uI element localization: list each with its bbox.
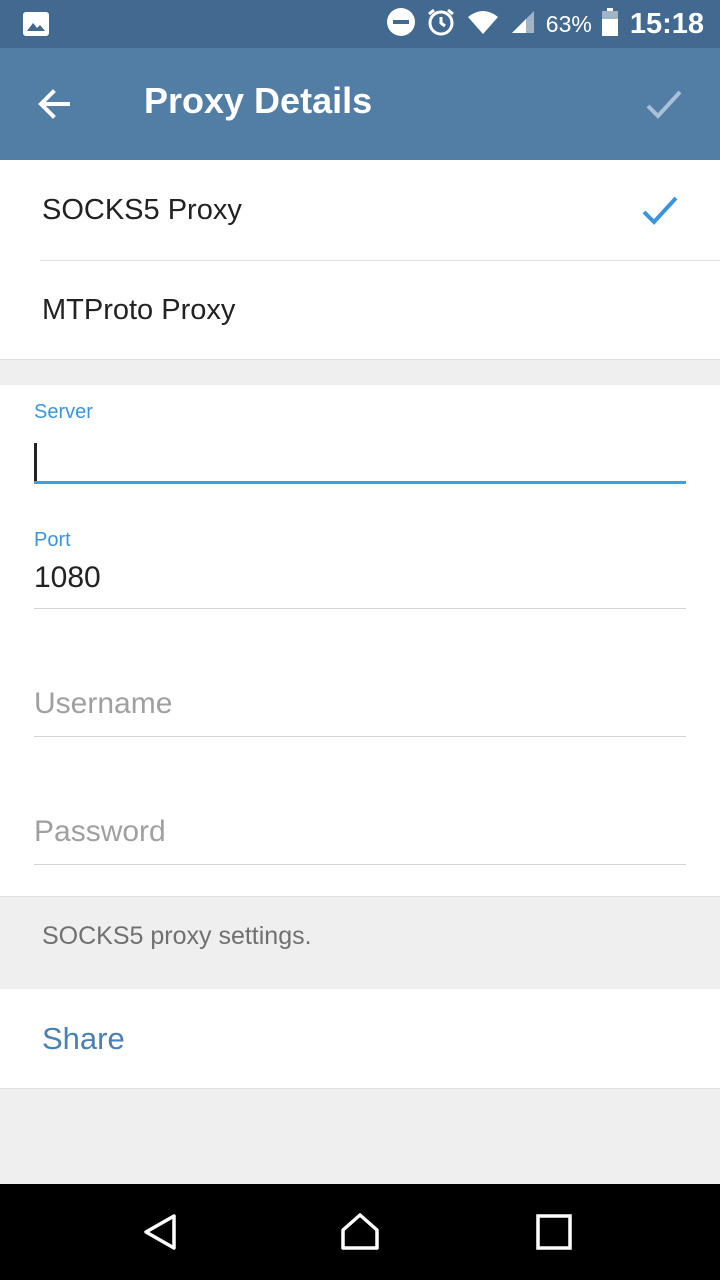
share-section: Share	[0, 989, 720, 1089]
text-caret	[34, 443, 37, 483]
username-placeholder: Username	[34, 687, 173, 720]
port-value: 1080	[34, 561, 101, 594]
battery-percent: 63%	[545, 10, 592, 37]
signal-icon	[510, 9, 536, 40]
password-underline	[34, 864, 686, 865]
port-label: Port	[34, 529, 71, 551]
info-section: SOCKS5 proxy settings.	[0, 898, 720, 988]
proxy-type-label: SOCKS5 Proxy	[42, 194, 242, 226]
image-icon	[22, 11, 50, 42]
info-text: SOCKS5 proxy settings.	[42, 922, 312, 950]
password-placeholder: Password	[34, 815, 166, 848]
share-button[interactable]: Share	[42, 1021, 125, 1057]
server-field[interactable]: Server	[34, 401, 686, 485]
check-icon[interactable]	[644, 84, 684, 124]
alarm-icon	[426, 7, 456, 42]
check-icon	[640, 190, 680, 230]
dnd-icon	[386, 7, 416, 42]
clock: 15:18	[629, 7, 704, 40]
username-underline	[34, 736, 686, 737]
port-underline	[34, 608, 686, 609]
proxy-fields: Server Port 1080 Username Password	[0, 385, 720, 897]
app-bar: Proxy Details	[0, 48, 720, 160]
page-title: Proxy Details	[144, 80, 373, 121]
navigation-bar	[0, 1184, 720, 1280]
proxy-type-label: MTProto Proxy	[42, 294, 236, 326]
username-field[interactable]: Username	[34, 687, 686, 739]
proxy-type-mtproto[interactable]: MTProto Proxy	[0, 260, 720, 360]
wifi-icon	[466, 8, 500, 41]
battery-icon	[601, 7, 618, 41]
proxy-type-socks5[interactable]: SOCKS5 Proxy	[0, 160, 720, 261]
server-label: Server	[34, 401, 93, 423]
recents-icon[interactable]	[534, 1212, 574, 1252]
arrow-left-icon[interactable]	[34, 84, 74, 124]
back-triangle-icon[interactable]	[140, 1212, 180, 1252]
port-field[interactable]: Port 1080	[34, 529, 686, 611]
password-field[interactable]: Password	[34, 815, 686, 867]
proxy-type-list: SOCKS5 Proxy MTProto Proxy	[0, 160, 720, 360]
server-underline	[34, 481, 686, 484]
home-icon[interactable]	[340, 1212, 380, 1252]
status-bar: 63% 15:18	[0, 0, 720, 48]
